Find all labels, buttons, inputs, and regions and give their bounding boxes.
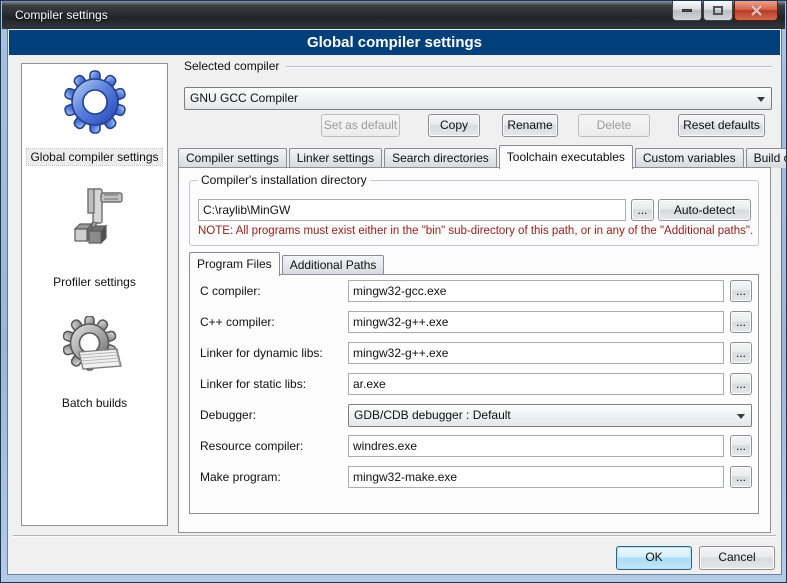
dynamic-linker-input[interactable] — [348, 342, 724, 364]
gear-blue-icon[interactable] — [63, 70, 127, 134]
make-program-input[interactable] — [348, 466, 724, 488]
tab-program-files[interactable]: Program Files — [189, 252, 280, 276]
chevron-down-icon — [737, 414, 745, 419]
window-controls — [672, 1, 778, 21]
minimize-button[interactable] — [672, 1, 702, 21]
reset-defaults-button[interactable]: Reset defaults — [678, 114, 765, 137]
c-compiler-label: C compiler: — [200, 284, 261, 298]
footer-separator — [13, 535, 776, 537]
static-linker-browse-button[interactable]: ... — [730, 373, 752, 395]
groupbox-line — [286, 66, 772, 67]
cpp-compiler-browse-button[interactable]: ... — [730, 311, 752, 333]
dynamic-linker-label: Linker for dynamic libs: — [200, 346, 323, 360]
copy-button[interactable]: Copy — [428, 114, 480, 137]
tab-build-options[interactable]: Build options — [746, 148, 787, 168]
c-compiler-input[interactable] — [348, 280, 724, 302]
maximize-button[interactable] — [703, 1, 733, 21]
program-files-tab-strip: Program Files Additional Paths — [189, 252, 759, 275]
static-linker-label: Linker for static libs: — [200, 377, 306, 391]
resource-compiler-input[interactable] — [348, 435, 724, 457]
close-icon — [750, 5, 763, 16]
sidebar-item-batch-builds[interactable]: Batch builds — [22, 396, 167, 410]
toolchain-executables-panel: Compiler's installation directory ... Au… — [178, 167, 771, 533]
make-program-browse-button[interactable]: ... — [730, 466, 752, 488]
debugger-value: GDB/CDB debugger : Default — [354, 408, 731, 422]
selected-compiler-value: GNU GCC Compiler — [190, 91, 751, 105]
minimize-icon — [682, 9, 692, 12]
window-title: Compiler settings — [15, 8, 108, 22]
cancel-button[interactable]: Cancel — [699, 546, 775, 570]
dialog-client-area: Global compiler settings — [8, 29, 781, 574]
tab-compiler-settings[interactable]: Compiler settings — [178, 148, 287, 168]
tab-additional-paths[interactable]: Additional Paths — [282, 255, 385, 275]
rename-button[interactable]: Rename — [502, 114, 558, 137]
settings-tab-strip: Compiler settings Linker settings Search… — [178, 144, 772, 168]
resource-compiler-label: Resource compiler: — [200, 439, 303, 453]
caliper-profiler-icon[interactable] — [63, 186, 127, 250]
dynamic-linker-browse-button[interactable]: ... — [730, 342, 752, 364]
selected-compiler-group-label: Selected compiler — [184, 59, 279, 73]
make-program-label: Make program: — [200, 470, 281, 484]
maximize-icon — [713, 6, 723, 15]
auto-detect-button[interactable]: Auto-detect — [658, 199, 751, 221]
program-files-panel: C compiler: ... C++ compiler: ... Linker… — [189, 274, 759, 514]
sidebar-item-global-compiler-settings[interactable]: Global compiler settings — [22, 150, 167, 164]
compiler-settings-window: Compiler settings Global compiler settin… — [0, 0, 787, 583]
cpp-compiler-label: C++ compiler: — [200, 315, 275, 329]
debugger-label: Debugger: — [200, 408, 256, 422]
dialog-header: Global compiler settings — [9, 30, 780, 55]
tab-toolchain-executables[interactable]: Toolchain executables — [499, 145, 633, 169]
set-as-default-button[interactable]: Set as default — [321, 114, 400, 137]
installation-directory-input[interactable] — [198, 199, 626, 221]
titlebar[interactable]: Compiler settings — [2, 1, 785, 29]
c-compiler-browse-button[interactable]: ... — [730, 280, 752, 302]
delete-button[interactable]: Delete — [578, 114, 650, 137]
static-linker-input[interactable] — [348, 373, 724, 395]
chevron-down-icon — [757, 97, 765, 102]
installation-note: NOTE: All programs must exist either in … — [198, 225, 754, 237]
settings-category-list: Global compiler settings — [21, 63, 168, 526]
tab-search-directories[interactable]: Search directories — [384, 148, 497, 168]
resource-compiler-browse-button[interactable]: ... — [730, 435, 752, 457]
selected-compiler-combobox[interactable]: GNU GCC Compiler — [184, 87, 772, 110]
installation-directory-group: Compiler's installation directory ... Au… — [189, 180, 759, 246]
close-button[interactable] — [734, 1, 778, 21]
sidebar-item-profiler-settings[interactable]: Profiler settings — [22, 275, 167, 289]
tab-linker-settings[interactable]: Linker settings — [289, 148, 382, 168]
browse-directory-button[interactable]: ... — [631, 199, 654, 221]
installation-directory-label: Compiler's installation directory — [198, 173, 370, 187]
tab-custom-variables[interactable]: Custom variables — [635, 148, 744, 168]
debugger-combobox[interactable]: GDB/CDB debugger : Default — [348, 404, 752, 427]
cpp-compiler-input[interactable] — [348, 311, 724, 333]
gear-batch-icon[interactable] — [63, 316, 127, 380]
ok-button[interactable]: OK — [616, 546, 692, 570]
